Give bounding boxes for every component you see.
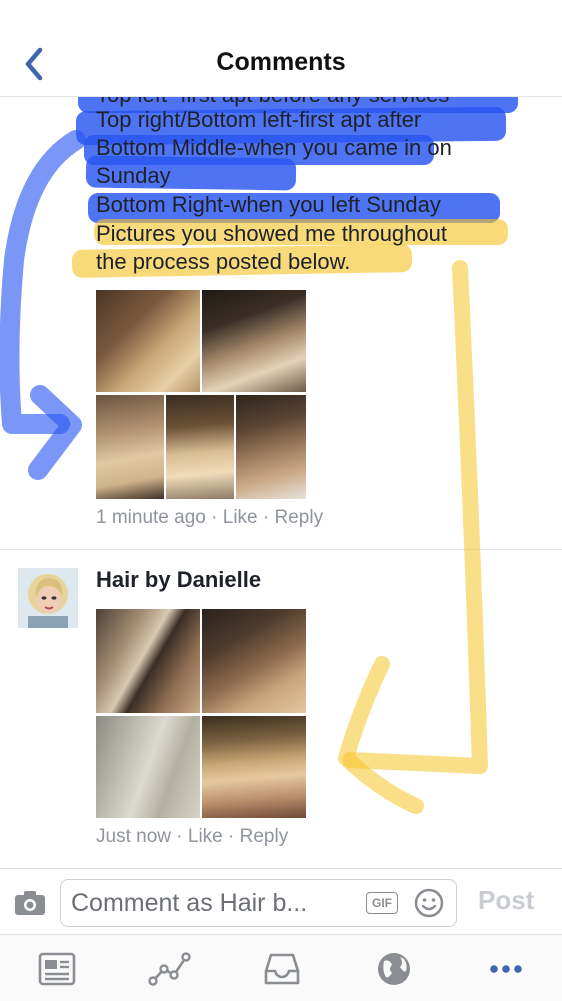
reply-button[interactable]: Reply bbox=[275, 507, 324, 528]
bottom-tab-bar bbox=[0, 934, 562, 1001]
hair-photo[interactable] bbox=[96, 290, 200, 392]
comment-line: Bottom Right-when you left Sunday bbox=[96, 192, 441, 217]
comment-line: Bottom Middle-when you came in on bbox=[96, 135, 452, 160]
more-icon bbox=[490, 965, 522, 973]
activity-icon bbox=[148, 952, 191, 986]
comment-composer: GIF Post bbox=[0, 868, 562, 935]
gif-button[interactable]: GIF bbox=[366, 892, 398, 914]
tab-activity[interactable] bbox=[148, 949, 191, 989]
comment-line: Top right/Bottom left-first apt after bbox=[96, 107, 422, 132]
page-title: Comments bbox=[216, 48, 346, 76]
hair-photo[interactable] bbox=[202, 609, 306, 713]
avatar[interactable] bbox=[18, 568, 78, 628]
emoji-icon bbox=[414, 888, 444, 918]
comment-author[interactable]: Hair by Danielle bbox=[96, 567, 261, 593]
like-button[interactable]: Like bbox=[223, 507, 258, 528]
emoji-button[interactable] bbox=[414, 888, 444, 918]
tab-notifications[interactable] bbox=[374, 949, 414, 989]
hair-photo[interactable] bbox=[202, 290, 306, 392]
comment-meta: Just now · Like · Reply bbox=[96, 826, 289, 847]
comment-line: the process posted below. bbox=[96, 249, 351, 274]
camera-button[interactable] bbox=[14, 889, 46, 917]
globe-icon bbox=[378, 953, 410, 985]
tab-more[interactable] bbox=[486, 949, 526, 989]
hair-photo[interactable] bbox=[202, 716, 306, 818]
comment-input-box: GIF bbox=[60, 879, 457, 927]
tab-inbox[interactable] bbox=[262, 949, 302, 989]
post-button[interactable]: Post bbox=[478, 885, 534, 916]
tab-news-feed[interactable] bbox=[37, 949, 77, 989]
header-bar: Comments bbox=[0, 0, 562, 97]
comment-divider bbox=[0, 549, 562, 550]
comment-line: Pictures you showed me throughout bbox=[96, 221, 447, 246]
comment-timestamp: Just now bbox=[96, 826, 171, 847]
camera-icon bbox=[15, 891, 45, 915]
comment-input[interactable] bbox=[71, 886, 356, 920]
hair-photo[interactable] bbox=[236, 395, 306, 499]
comments-list[interactable]: Top left- first apt before any services … bbox=[0, 97, 562, 868]
like-button[interactable]: Like bbox=[188, 826, 223, 847]
comment-line: Sunday bbox=[96, 163, 171, 188]
hair-photo[interactable] bbox=[96, 609, 200, 713]
comment-meta: 1 minute ago · Like · Reply bbox=[96, 507, 324, 528]
comment-timestamp: 1 minute ago bbox=[96, 507, 206, 528]
hair-photo[interactable] bbox=[96, 395, 164, 499]
hair-photo[interactable] bbox=[166, 395, 234, 499]
inbox-icon bbox=[264, 953, 300, 985]
hair-photo[interactable] bbox=[96, 716, 200, 818]
news-feed-icon bbox=[38, 952, 76, 986]
reply-button[interactable]: Reply bbox=[240, 826, 289, 847]
